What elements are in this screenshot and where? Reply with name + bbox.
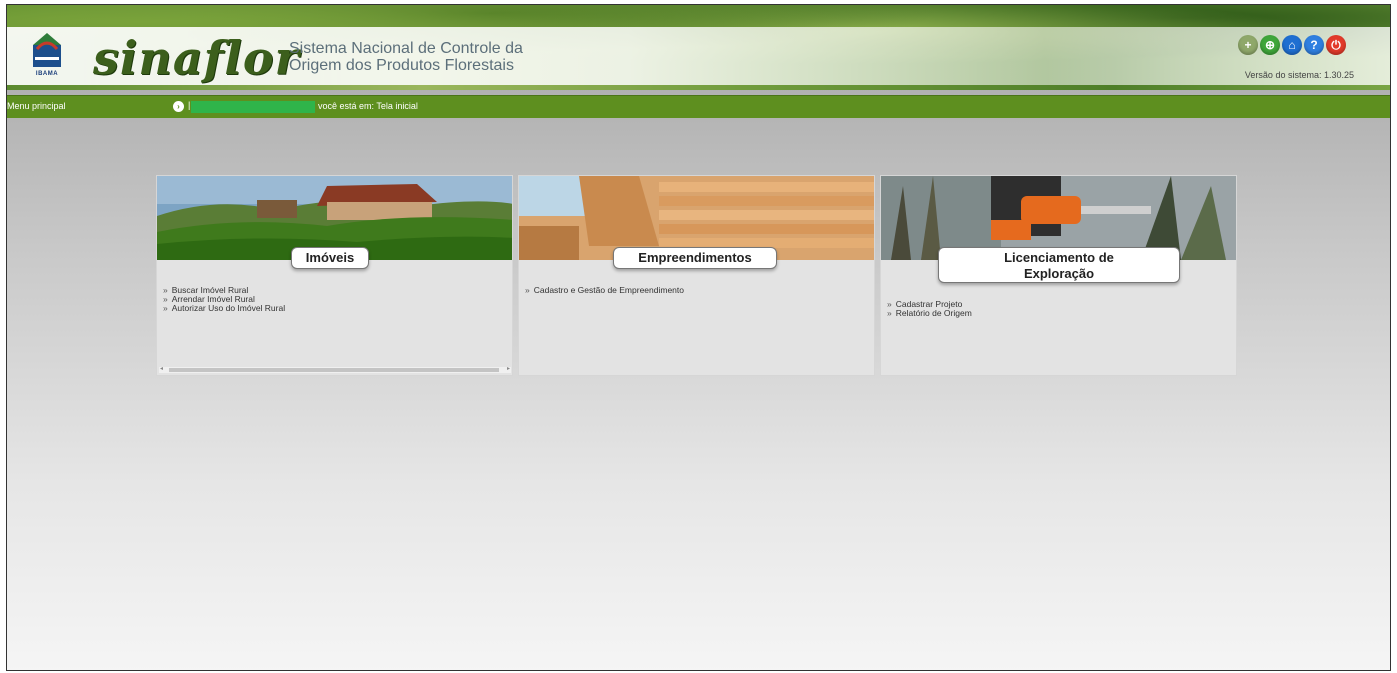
nav-arrow-icon[interactable]: › [173, 101, 184, 112]
nav-separator: | [188, 100, 191, 110]
card-title-line-2: Exploração [1023, 266, 1095, 281]
card-title-line-1: Licenciamento de [1004, 250, 1114, 265]
link-cadastro-empreendimento[interactable]: » Cadastro e Gestão de Empreendimento [525, 286, 684, 295]
link-relatorio-origem[interactable]: » Relatório de Origem [887, 309, 972, 318]
card-licenciamento: Licenciamento de Exploração » Cadastrar P… [880, 175, 1237, 376]
bullet-icon: » [525, 285, 530, 295]
ibama-logo[interactable]: IBAMA [23, 27, 71, 79]
ibama-emblem-icon [33, 33, 61, 67]
ibama-label: IBAMA [35, 71, 59, 77]
link-autorizar-uso[interactable]: » Autorizar Uso do Imóvel Rural [163, 304, 285, 313]
breadcrumb: você está em: Tela inicial [318, 101, 418, 111]
app-window: IBAMA sinaflor Sistema Nacional de Contr… [6, 4, 1391, 671]
home-icon[interactable]: ⌂ [1282, 35, 1302, 55]
bullet-icon: » [163, 303, 168, 313]
scroll-left-icon[interactable]: ◂ [160, 365, 163, 372]
globe-icon[interactable]: ⊕ [1260, 35, 1280, 55]
card-title-licenciamento[interactable]: Licenciamento de Exploração [938, 247, 1180, 283]
power-icon[interactable]: ⏻ [1326, 35, 1346, 55]
system-version: Versão do sistema: 1.30.25 [1244, 70, 1354, 80]
licenciamento-links: » Cadastrar Projeto » Relatório de Origem [887, 300, 972, 318]
card-imoveis: Imóveis » Buscar Imóvel Rural » Arrendar I… [156, 175, 513, 376]
empreendimentos-links: » Cadastro e Gestão de Empreendimento [525, 286, 684, 295]
card-title-imoveis[interactable]: Imóveis [291, 247, 369, 269]
card-empreendimentos: Empreendimentos » Cadastro e Gestão de Em… [518, 175, 875, 376]
horizontal-scrollbar[interactable]: ◂ ▸ [159, 365, 511, 373]
sinaflor-logo[interactable]: sinaflor [93, 35, 300, 81]
main-menu-link[interactable]: Menu principal [7, 101, 66, 111]
add-icon[interactable]: + [1238, 35, 1258, 55]
subtitle-line-2: Origem dos Produtos Florestais [289, 57, 514, 74]
card-title-empreendimentos[interactable]: Empreendimentos [613, 247, 777, 269]
bullet-icon: » [887, 308, 892, 318]
system-subtitle: Sistema Nacional de Controle da Origem d… [289, 40, 523, 74]
imoveis-links: » Buscar Imóvel Rural » Arrendar Imóvel Ru… [163, 286, 285, 313]
scrollbar-thumb[interactable] [169, 368, 499, 372]
nav-bar: Menu principal › | você está em: Tela in… [7, 95, 1390, 118]
subtitle-line-1: Sistema Nacional de Controle da [289, 40, 523, 57]
help-icon[interactable]: ? [1304, 35, 1324, 55]
user-name-box[interactable] [191, 101, 315, 113]
top-toolbar: + ⊕ ⌂ ? ⏻ [1238, 35, 1346, 55]
scroll-right-icon[interactable]: ▸ [507, 365, 510, 372]
